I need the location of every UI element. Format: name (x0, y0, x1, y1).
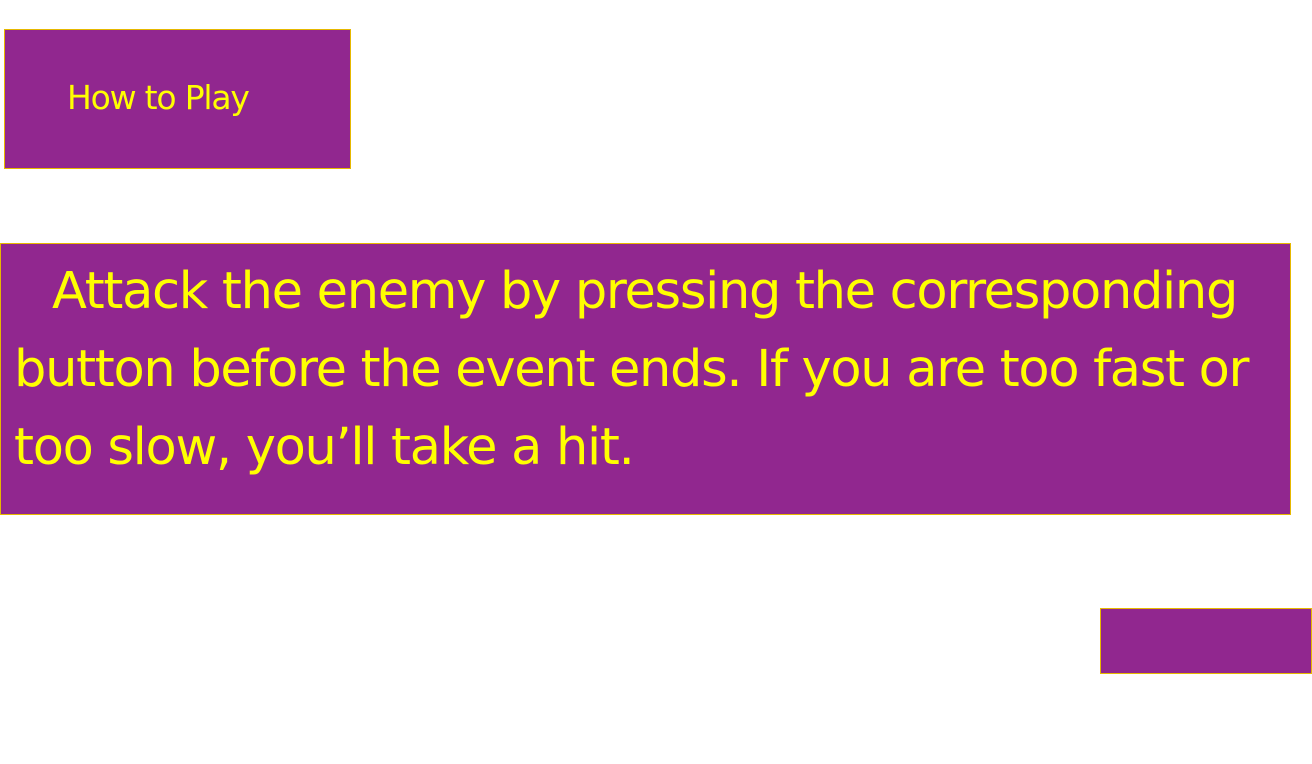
continue-button[interactable] (1100, 608, 1312, 674)
instructions-text: Attack the enemy by pressing the corresp… (14, 262, 1250, 477)
title-label: How to Play (67, 78, 250, 117)
